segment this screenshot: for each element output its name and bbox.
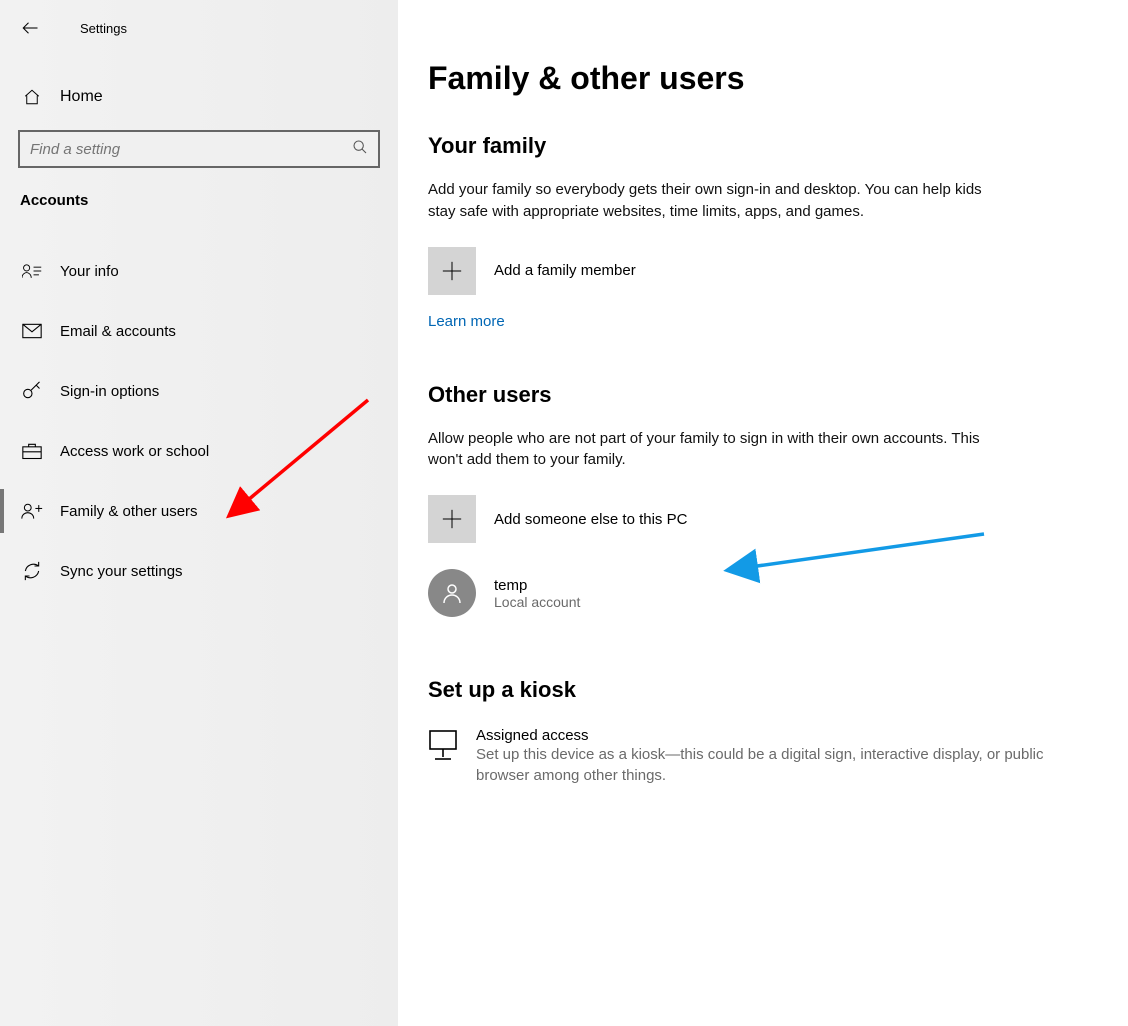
other-users-section-desc: Allow people who are not part of your fa… xyxy=(428,428,988,472)
nav-item-access-work-school[interactable]: Access work or school xyxy=(0,421,398,481)
sync-icon xyxy=(20,561,44,581)
nav-item-email-accounts[interactable]: Email & accounts xyxy=(0,301,398,361)
search-input-wrap[interactable] xyxy=(18,130,380,168)
plus-tile xyxy=(428,247,476,295)
sidebar-section-title: Accounts xyxy=(0,168,398,219)
nav-item-label: Access work or school xyxy=(60,443,209,460)
people-icon xyxy=(20,502,44,520)
window-title: Settings xyxy=(80,21,127,36)
user-account-type: Local account xyxy=(494,594,580,610)
nav-item-sync-settings[interactable]: Sync your settings xyxy=(0,541,398,601)
user-name: temp xyxy=(494,577,580,594)
plus-tile xyxy=(428,495,476,543)
back-button[interactable] xyxy=(10,8,50,48)
titlebar: Settings xyxy=(0,8,398,48)
assigned-access-item[interactable]: Assigned access Set up this device as a … xyxy=(428,727,1068,786)
key-icon xyxy=(20,381,44,401)
settings-sidebar: Settings Home Accounts xyxy=(0,0,398,1026)
other-users-section-title: Other users xyxy=(428,382,1098,408)
user-avatar xyxy=(428,569,476,617)
monitor-icon xyxy=(428,727,458,761)
nav-item-your-info[interactable]: Your info xyxy=(0,241,398,301)
nav-item-label: Sign-in options xyxy=(60,383,159,400)
nav-item-label: Your info xyxy=(60,263,119,280)
sidebar-nav: Your info Email & accounts Sign-in optio… xyxy=(0,219,398,601)
family-section-desc: Add your family so everybody gets their … xyxy=(428,179,988,223)
nav-item-sign-in-options[interactable]: Sign-in options xyxy=(0,361,398,421)
mail-icon xyxy=(20,323,44,339)
your-info-icon xyxy=(20,262,44,280)
add-family-member-label: Add a family member xyxy=(494,262,636,279)
nav-home-label: Home xyxy=(60,88,103,106)
home-icon xyxy=(20,88,44,106)
plus-icon xyxy=(441,508,463,530)
add-other-user[interactable]: Add someone else to this PC xyxy=(428,495,1098,543)
settings-content: Family & other users Your family Add you… xyxy=(398,0,1128,1026)
add-other-user-label: Add someone else to this PC xyxy=(494,511,687,528)
learn-more-link[interactable]: Learn more xyxy=(428,313,505,330)
page-heading: Family & other users xyxy=(428,60,1098,97)
add-family-member[interactable]: Add a family member xyxy=(428,247,1098,295)
nav-item-label: Family & other users xyxy=(60,503,198,520)
user-text: temp Local account xyxy=(494,577,580,610)
nav-item-label: Email & accounts xyxy=(60,323,176,340)
kiosk-section-title: Set up a kiosk xyxy=(428,677,1098,703)
search-icon xyxy=(352,139,368,160)
nav-item-label: Sync your settings xyxy=(60,563,183,580)
briefcase-icon xyxy=(20,442,44,460)
family-section-title: Your family xyxy=(428,133,1098,159)
nav-home[interactable]: Home xyxy=(0,76,398,118)
person-icon xyxy=(440,581,464,605)
nav-item-family-other-users[interactable]: Family & other users xyxy=(0,481,398,541)
plus-icon xyxy=(441,260,463,282)
kiosk-item-desc: Set up this device as a kiosk—this could… xyxy=(476,744,1068,786)
user-row[interactable]: temp Local account xyxy=(428,569,1098,617)
kiosk-item-title: Assigned access xyxy=(476,727,1068,744)
search-input[interactable] xyxy=(30,141,352,158)
back-arrow-icon xyxy=(21,19,39,37)
